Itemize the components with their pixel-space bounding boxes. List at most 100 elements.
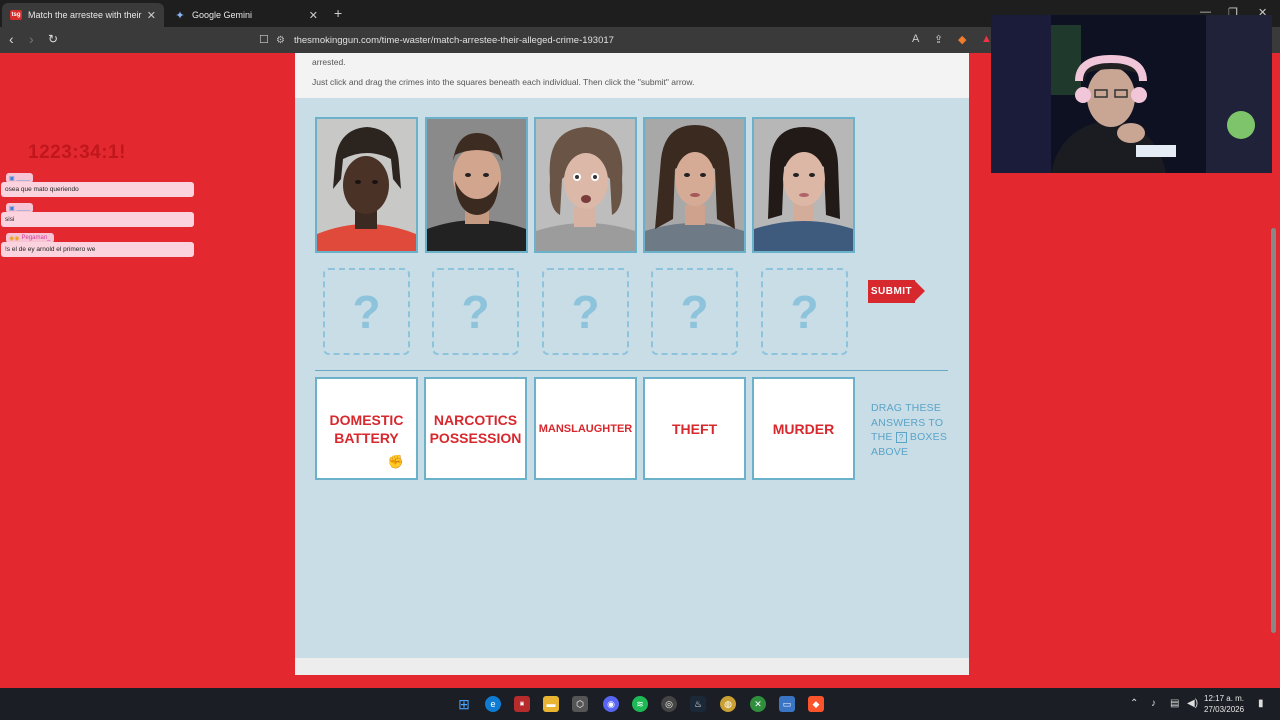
answer-label: MANSLAUGHTER	[538, 422, 633, 435]
new-tab-icon[interactable]: +	[334, 5, 342, 21]
chat-badge-icon: ▣	[9, 175, 15, 182]
app-cube-icon[interactable]: ⬡	[572, 696, 588, 712]
network-icon[interactable]: ▤	[1170, 698, 1179, 709]
chat-username-text: Pegaman_	[21, 235, 51, 241]
mugshot-1	[315, 117, 418, 253]
arrow-right-icon	[914, 280, 925, 302]
windows-taskbar: ⊞ e ▣ ▬ ⬡ ◉ ≋ ◎ ♨ ◍ ✕ ▭ ◆ ⌃ ♪ ▤ ◀) 12:17…	[0, 688, 1280, 720]
app-window-icon[interactable]: ▭	[779, 696, 795, 712]
app-coin-icon[interactable]: ◍	[720, 696, 736, 712]
mugshot-3	[534, 117, 637, 253]
answer-card-murder[interactable]: MURDER	[752, 377, 855, 480]
obs-icon[interactable]: ◎	[661, 696, 677, 712]
volume-icon[interactable]: ◀)	[1187, 698, 1198, 709]
grab-hand-cursor-icon: ✊	[387, 454, 404, 469]
answer-line-2: POSSESSION	[429, 429, 522, 446]
forward-icon[interactable]: ›	[29, 32, 34, 46]
mugshot-2	[425, 117, 528, 253]
chat-username-text: ____	[16, 175, 31, 181]
question-mark-icon: ?	[352, 285, 381, 338]
submit-label: SUBMIT	[868, 280, 915, 303]
share-icon[interactable]: ⇪	[934, 33, 943, 46]
drag-hint-text: THE	[871, 431, 893, 443]
instructions-line-2: Just click and drag the crimes into the …	[312, 77, 695, 87]
drop-slot-3[interactable]: ?	[542, 268, 629, 355]
answer-label: THEFT	[671, 420, 718, 437]
tab-title: Match the arrestee with their alleged cr…	[28, 10, 143, 20]
drag-hint-text: BOXES	[909, 431, 948, 443]
submit-arrow-button[interactable]: SUBMIT	[868, 280, 926, 303]
drag-hint-line: ANSWERS TO	[871, 416, 944, 429]
tab-smoking-gun[interactable]: tsg Match the arrestee with their allege…	[2, 3, 164, 27]
chat-username-text: ____	[16, 205, 31, 211]
steam-icon[interactable]: ♨	[690, 696, 706, 712]
file-explorer-icon[interactable]: ▬	[543, 696, 559, 712]
chat-message: osea que mato queriendo	[1, 182, 194, 197]
drop-slot-5[interactable]: ?	[761, 268, 848, 355]
windows-start-icon[interactable]: ⊞	[456, 696, 472, 712]
drop-slot-2[interactable]: ?	[432, 268, 519, 355]
smoking-gun-favicon-icon: tsg	[10, 10, 22, 20]
quiz-panel: arrested. Just click and drag the crimes…	[295, 53, 969, 675]
tab-google-gemini[interactable]: ✦ Google Gemini ✕	[166, 3, 326, 27]
drag-hint-line: DRAG THESE	[871, 402, 942, 414]
drop-slot-4[interactable]: ?	[651, 268, 738, 355]
bookmark-icon[interactable]: ☐	[259, 33, 269, 46]
edge-icon[interactable]: e	[485, 696, 501, 712]
answer-card-theft[interactable]: THEFT	[643, 377, 746, 480]
stream-timer: 1223:34:1!	[28, 142, 126, 163]
app-icon[interactable]: ▣	[514, 696, 530, 712]
page-footer-band	[295, 658, 969, 675]
answer-card-manslaughter[interactable]: MANSLAUGHTER	[534, 377, 637, 480]
mugshot-5	[752, 117, 855, 253]
question-mark-icon: ?	[571, 285, 600, 338]
answer-label: MURDER	[772, 420, 835, 437]
url-text: thesmokinggun.com/time-waster/match-arre…	[293, 34, 614, 46]
question-mark-icon: ?	[790, 285, 819, 338]
address-bar[interactable]: ⚙ thesmokinggun.com/time-waster/match-ar…	[276, 30, 991, 50]
mini-question-box-icon: ?	[895, 431, 907, 443]
divider	[315, 370, 948, 371]
translate-icon[interactable]: A	[912, 33, 919, 45]
answer-card-domestic-battery[interactable]: DOMESTIC BATTERY ✊	[315, 377, 418, 480]
page-scrollbar[interactable]	[1271, 228, 1276, 633]
chat-message: sisi	[1, 212, 194, 227]
notification-icon[interactable]: ▮	[1258, 698, 1264, 709]
gemini-icon: ✦	[175, 9, 185, 22]
microphone-icon[interactable]: ♪	[1151, 698, 1156, 709]
webcam-overlay	[991, 15, 1272, 173]
instructions-box: arrested. Just click and drag the crimes…	[295, 53, 969, 98]
close-icon[interactable]: ✕	[309, 9, 318, 22]
system-clock[interactable]: 12:17 a. m. 27/03/2026	[1204, 693, 1244, 715]
answer-line-1: DOMESTIC	[329, 411, 404, 428]
mugshot-4	[643, 117, 746, 253]
site-info-icon[interactable]: ⚙	[276, 35, 285, 46]
close-icon[interactable]: ✕	[147, 9, 156, 22]
drag-hint-line: THE ? BOXES	[871, 430, 951, 445]
chat-badge-icon: ▣	[9, 205, 15, 212]
reload-icon[interactable]: ↻	[48, 32, 58, 46]
drag-hint-line: ABOVE	[871, 445, 909, 458]
clock-date: 27/03/2026	[1204, 705, 1245, 714]
answer-line-2: BATTERY	[334, 429, 399, 446]
back-icon[interactable]: ‹	[9, 32, 14, 46]
chat-message: !s el de ey arnold el primero we	[1, 242, 194, 257]
answer-label: DOMESTIC BATTERY	[330, 411, 404, 447]
chat-badge-icon: ◉◉	[9, 235, 20, 242]
tab-title: Google Gemini	[192, 10, 253, 20]
answer-line-1: NARCOTICS	[433, 411, 518, 428]
drop-slot-1[interactable]: ?	[323, 268, 410, 355]
clock-time: 12:17 a. m.	[1204, 694, 1245, 703]
instructions-line-1: arrested.	[312, 57, 346, 67]
answer-card-narcotics-possession[interactable]: NARCOTICS POSSESSION	[424, 377, 527, 480]
spotify-icon[interactable]: ≋	[632, 696, 648, 712]
brave-icon[interactable]: ◆	[808, 696, 824, 712]
drag-instructions: DRAG THESE ANSWERS TO THE ? BOXES ABOVE	[871, 401, 951, 459]
xbox-icon[interactable]: ✕	[750, 696, 766, 712]
question-mark-icon: ?	[461, 285, 490, 338]
question-mark-icon: ?	[680, 285, 709, 338]
brave-shields-icon[interactable]: ◆	[958, 33, 966, 46]
discord-icon[interactable]: ◉	[603, 696, 619, 712]
chevron-up-icon[interactable]: ⌃	[1130, 698, 1138, 709]
answer-label: NARCOTICS POSSESSION	[430, 411, 522, 447]
